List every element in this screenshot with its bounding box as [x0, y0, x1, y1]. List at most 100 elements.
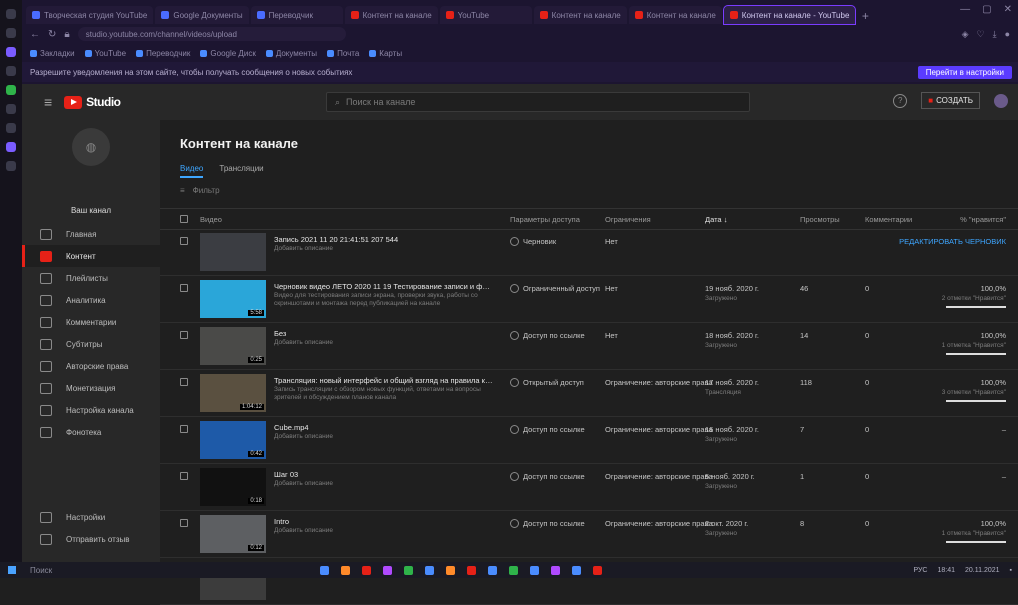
bookmark-item[interactable]: Документы	[265, 49, 317, 58]
col-date[interactable]: Дата ↓	[705, 215, 727, 224]
visibility-cell[interactable]: Ограниченный доступ	[510, 284, 600, 293]
row-checkbox[interactable]	[180, 378, 188, 386]
bookmark-item[interactable]: Закладки	[30, 49, 75, 58]
tray-lang[interactable]: РУС	[913, 567, 927, 574]
table-row[interactable]: 0:42 Cube.mp4 Добавить описание Доступ по с…	[160, 417, 1018, 464]
video-title[interactable]: Трансляция: новый интерфейс и общий взгл…	[274, 376, 494, 385]
row-checkbox[interactable]	[180, 237, 188, 245]
workspaces-icon[interactable]	[6, 28, 16, 38]
search-input[interactable]: ⌕ Поиск на канале	[326, 92, 750, 112]
app-icon[interactable]	[593, 565, 602, 575]
row-checkbox[interactable]	[180, 425, 188, 433]
sidebar-item[interactable]: Фонотека	[22, 421, 160, 443]
bookmark-item[interactable]: Google Диск	[200, 49, 256, 58]
browser-tab[interactable]: Google Документы	[155, 6, 249, 24]
video-thumbnail[interactable]: 0:42	[200, 421, 266, 459]
tray-time[interactable]: 18:41	[937, 567, 955, 574]
sidebar-item[interactable]: Настройка канала	[22, 399, 160, 421]
visibility-cell[interactable]: Доступ по ссылке	[510, 425, 585, 434]
channel-avatar[interactable]: ◍	[72, 128, 110, 166]
video-thumbnail[interactable]: 0:18	[200, 468, 266, 506]
app-icon[interactable]	[404, 565, 413, 575]
menu-icon[interactable]: ≡	[44, 94, 52, 110]
file-explorer-icon[interactable]	[320, 565, 329, 575]
sidebar-item[interactable]: Авторские права	[22, 355, 160, 377]
video-title[interactable]: Черновик видео ЛЕТО 2020 11 19 Тестирова…	[274, 282, 494, 291]
table-row[interactable]: 1:04:12 Трансляция: новый интерфейс и общ…	[160, 370, 1018, 417]
table-row[interactable]: 0:12 Intro Добавить описание Доступ по ссыл…	[160, 511, 1018, 558]
visibility-cell[interactable]: Доступ по ссылке	[510, 519, 585, 528]
back-icon[interactable]: ←	[30, 29, 40, 40]
download-icon[interactable]: ⤓	[993, 29, 997, 40]
filter-bar[interactable]: ≡ Фильтр	[180, 186, 220, 195]
video-thumbnail[interactable]	[200, 233, 266, 271]
bookmark-item[interactable]: Карты	[369, 49, 402, 58]
sidebar-item[interactable]: Настройки	[22, 506, 160, 528]
col-views[interactable]: Просмотры	[800, 215, 840, 224]
edit-draft-link[interactable]: РЕДАКТИРОВАТЬ ЧЕРНОВИК	[899, 237, 1006, 246]
bookmarks-icon[interactable]	[6, 104, 16, 114]
video-thumbnail[interactable]: 0:25	[200, 327, 266, 365]
sidebar-item[interactable]: Плейлисты	[22, 267, 160, 289]
heart-icon[interactable]: ♡	[977, 29, 985, 40]
opera-icon[interactable]	[362, 565, 371, 575]
row-checkbox[interactable]	[180, 519, 188, 527]
video-thumbnail[interactable]: 1:04:12	[200, 374, 266, 412]
browser-menu-icon[interactable]	[6, 9, 16, 19]
whatsapp-icon[interactable]	[6, 85, 16, 95]
sidebar-item[interactable]: Отправить отзыв	[22, 528, 160, 550]
help-icon[interactable]: ?	[893, 93, 908, 108]
app-icon[interactable]	[530, 565, 539, 575]
row-checkbox[interactable]	[180, 284, 188, 292]
row-checkbox[interactable]	[180, 472, 188, 480]
video-title[interactable]: Cube.mp4	[274, 423, 494, 432]
infobar-button[interactable]: Перейти в настройки	[917, 65, 1012, 79]
close-icon[interactable]: ✕	[1004, 4, 1012, 15]
app-icon[interactable]	[572, 565, 581, 575]
sidebar-item[interactable]: Монетизация	[22, 377, 160, 399]
history-icon[interactable]	[6, 66, 16, 76]
sidebar-item[interactable]: Главная	[22, 223, 160, 245]
visibility-cell[interactable]: Доступ по ссылке	[510, 472, 585, 481]
app-icon[interactable]	[509, 565, 518, 575]
tab-live[interactable]: Трансляции	[219, 164, 263, 178]
app-icon[interactable]	[488, 565, 497, 575]
col-comments[interactable]: Комментарии	[865, 215, 912, 224]
col-restrictions[interactable]: Ограничения	[605, 215, 651, 224]
taskbar-search[interactable]: Поиск	[30, 566, 52, 575]
table-row[interactable]: 0:18 Шаг 03 Добавить описание Доступ по ссы…	[160, 464, 1018, 511]
browser-tab[interactable]: Контент на канале - YouTube	[722, 5, 857, 25]
bookmark-item[interactable]: YouTube	[84, 49, 126, 58]
browser-tab[interactable]: Контент на канале	[533, 6, 627, 24]
bookmark-item[interactable]: Переводчик	[136, 49, 190, 58]
app-icon[interactable]	[467, 565, 476, 575]
bookmark-item[interactable]: Почта	[327, 49, 359, 58]
browser-tab[interactable]: Контент на канале	[628, 6, 722, 24]
tray-date[interactable]: 20.11.2021	[965, 567, 1000, 574]
video-title[interactable]: Без	[274, 329, 494, 338]
table-row[interactable]: 0:25 Без Добавить описание Доступ по ссылке…	[160, 323, 1018, 370]
video-thumbnail[interactable]: 0:12	[200, 515, 266, 553]
browser-tab[interactable]: YouTube	[439, 6, 532, 24]
sidebar-item[interactable]: Аналитика	[22, 289, 160, 311]
visibility-cell[interactable]: Доступ по ссылке	[510, 331, 585, 340]
app-icon[interactable]	[551, 565, 560, 575]
player-icon[interactable]	[6, 123, 16, 133]
col-access[interactable]: Параметры доступа	[510, 215, 580, 224]
url-field[interactable]: studio.youtube.com/channel/videos/upload	[77, 27, 346, 41]
video-title[interactable]: Запись 2021 11 20 21:41:51 207 544	[274, 235, 494, 244]
extensions-icon[interactable]	[6, 142, 16, 152]
minimize-icon[interactable]: —	[960, 4, 970, 15]
video-thumbnail[interactable]: 5:58	[200, 280, 266, 318]
sidebar-item[interactable]: Субтитры	[22, 333, 160, 355]
sidebar-item[interactable]: Контент	[22, 245, 160, 267]
browser-tab[interactable]: Творческая студия YouTube	[26, 6, 154, 24]
app-icon[interactable]	[446, 565, 455, 575]
windows-start-icon[interactable]	[8, 566, 16, 574]
browser-tab[interactable]: Контент на канале	[344, 6, 438, 24]
app-icon[interactable]	[383, 565, 392, 575]
visibility-cell[interactable]: Открытый доступ	[510, 378, 584, 387]
avatar[interactable]	[994, 93, 1008, 108]
app-icon[interactable]	[341, 565, 350, 575]
table-row[interactable]: 5:58 Черновик видео ЛЕТО 2020 11 19 Тести…	[160, 276, 1018, 323]
